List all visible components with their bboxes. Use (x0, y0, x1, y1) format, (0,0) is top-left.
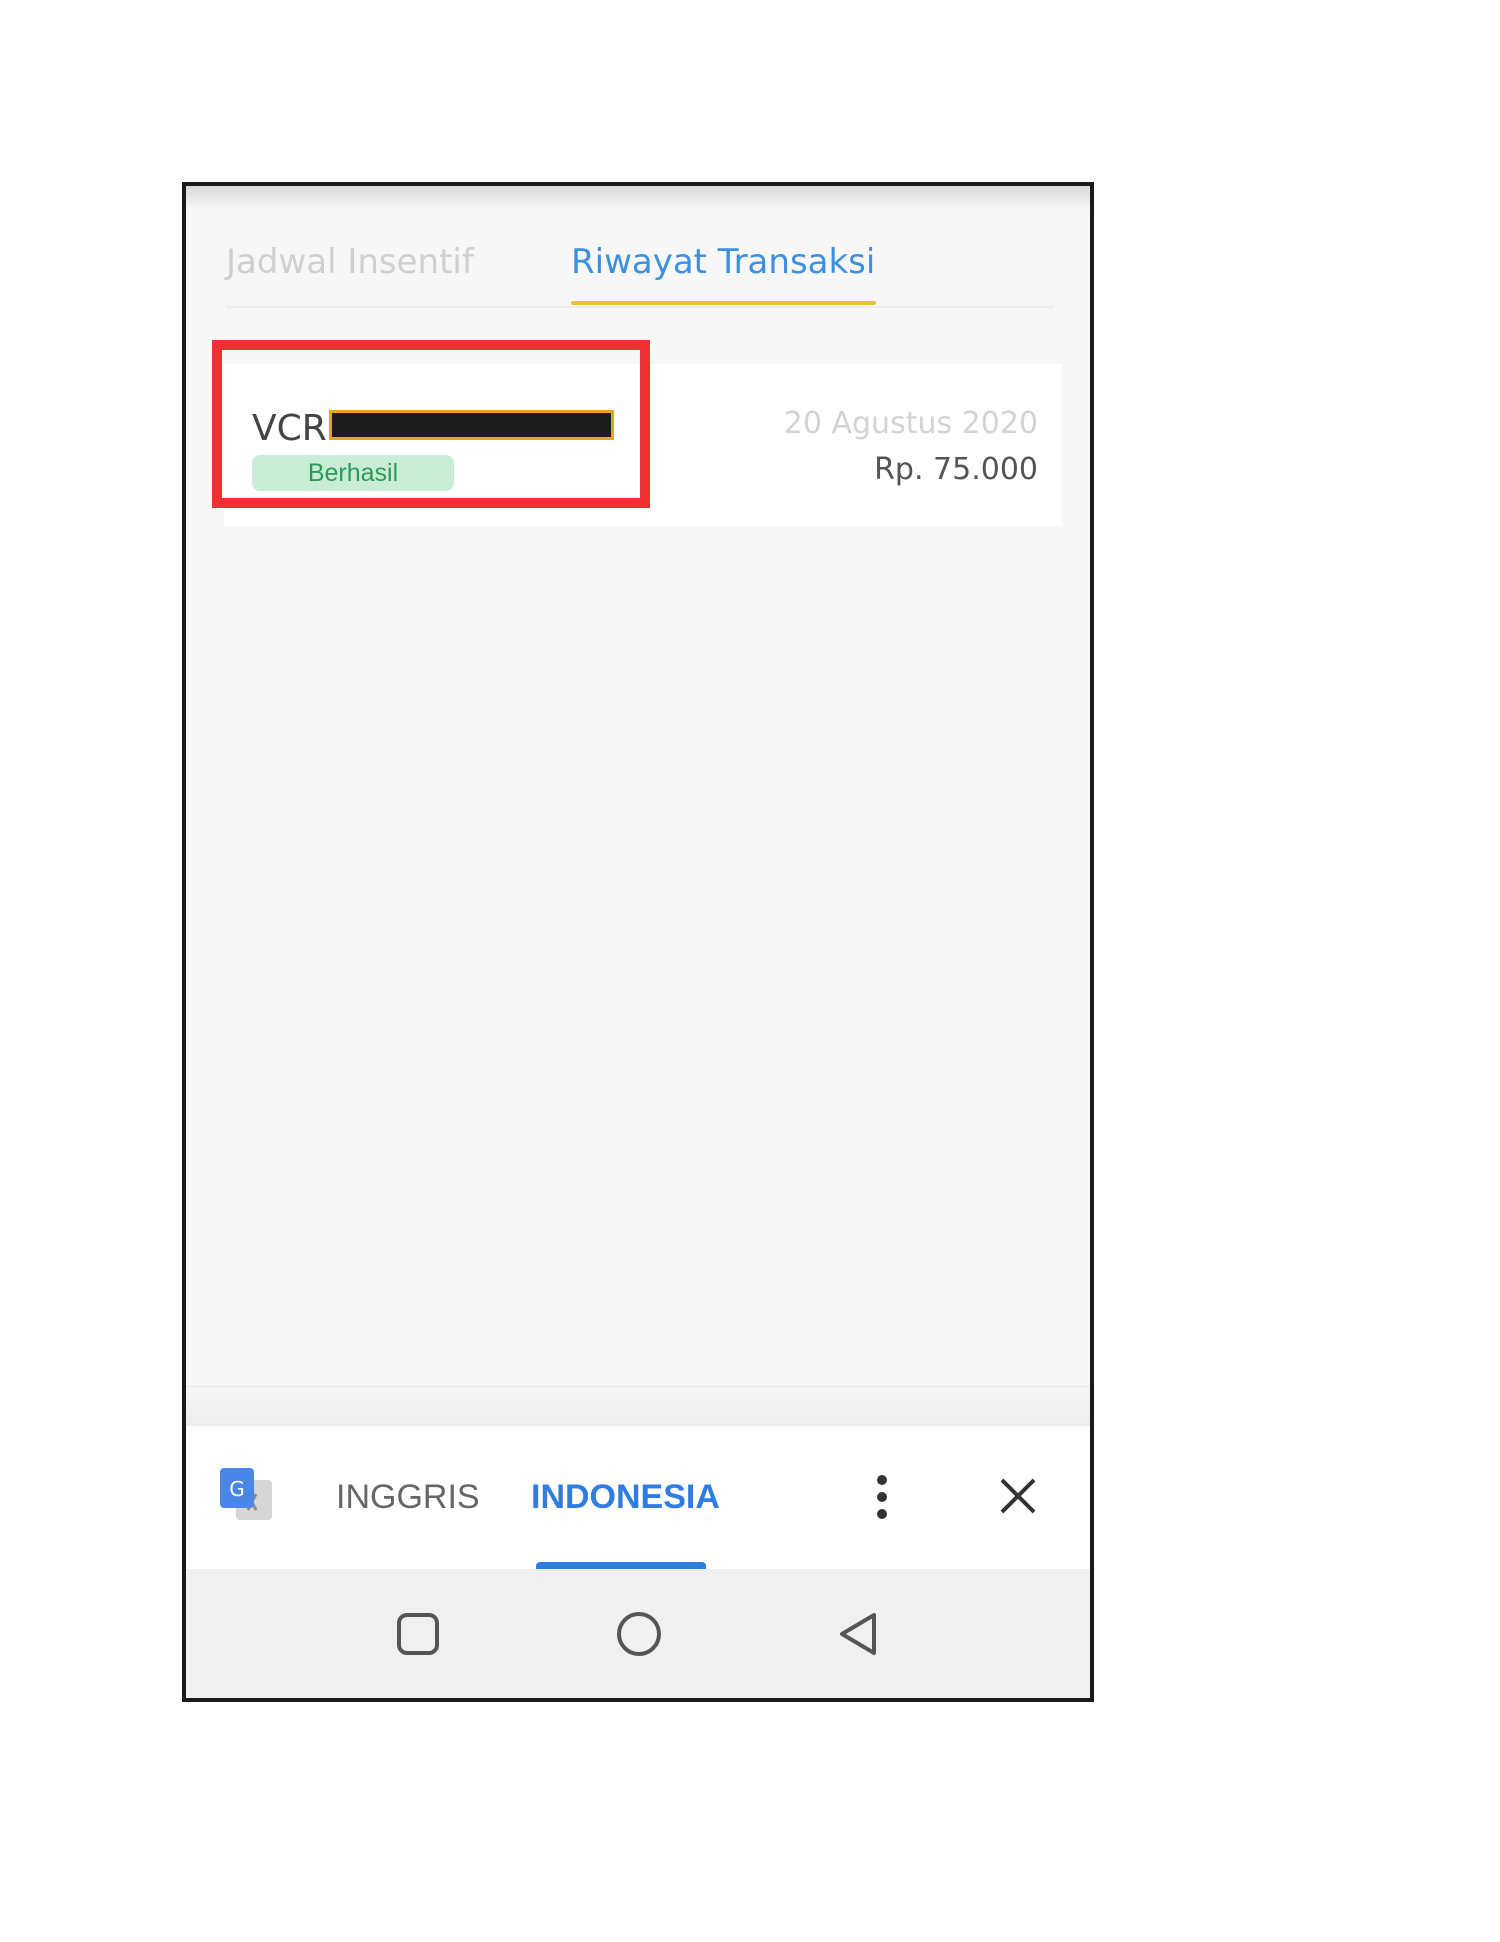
close-icon[interactable] (998, 1476, 1038, 1516)
tab-jadwal-insentif[interactable]: Jadwal Insentif (226, 242, 474, 282)
transaction-date: 20 Agustus 2020 (783, 406, 1038, 441)
svg-text:G: G (229, 1477, 245, 1501)
tab-divider (226, 306, 1054, 308)
recent-apps-icon[interactable] (393, 1609, 443, 1659)
tab-riwayat-transaksi[interactable]: Riwayat Transaksi (571, 242, 875, 282)
google-translate-icon[interactable]: G (218, 1466, 276, 1524)
home-icon[interactable] (614, 1609, 664, 1659)
transaction-amount: Rp. 75.000 (874, 452, 1038, 487)
phone-screen: Jadwal Insentif Riwayat Transaksi VCR Be… (182, 182, 1094, 1702)
source-language-tab[interactable]: INGGRIS (336, 1478, 480, 1517)
highlight-box (212, 340, 650, 508)
active-tab-indicator (571, 301, 876, 305)
system-navigation-bar (186, 1569, 1090, 1698)
back-icon[interactable] (834, 1609, 884, 1659)
more-vert-icon[interactable] (872, 1474, 892, 1520)
active-language-indicator (536, 1562, 706, 1569)
translate-bar: G INGGRIS INDONESIA (186, 1426, 1090, 1569)
bottom-nav-shadow (186, 1386, 1090, 1427)
tab-bar: Jadwal Insentif Riwayat Transaksi (186, 186, 1090, 308)
target-language-tab[interactable]: INDONESIA (531, 1478, 720, 1517)
